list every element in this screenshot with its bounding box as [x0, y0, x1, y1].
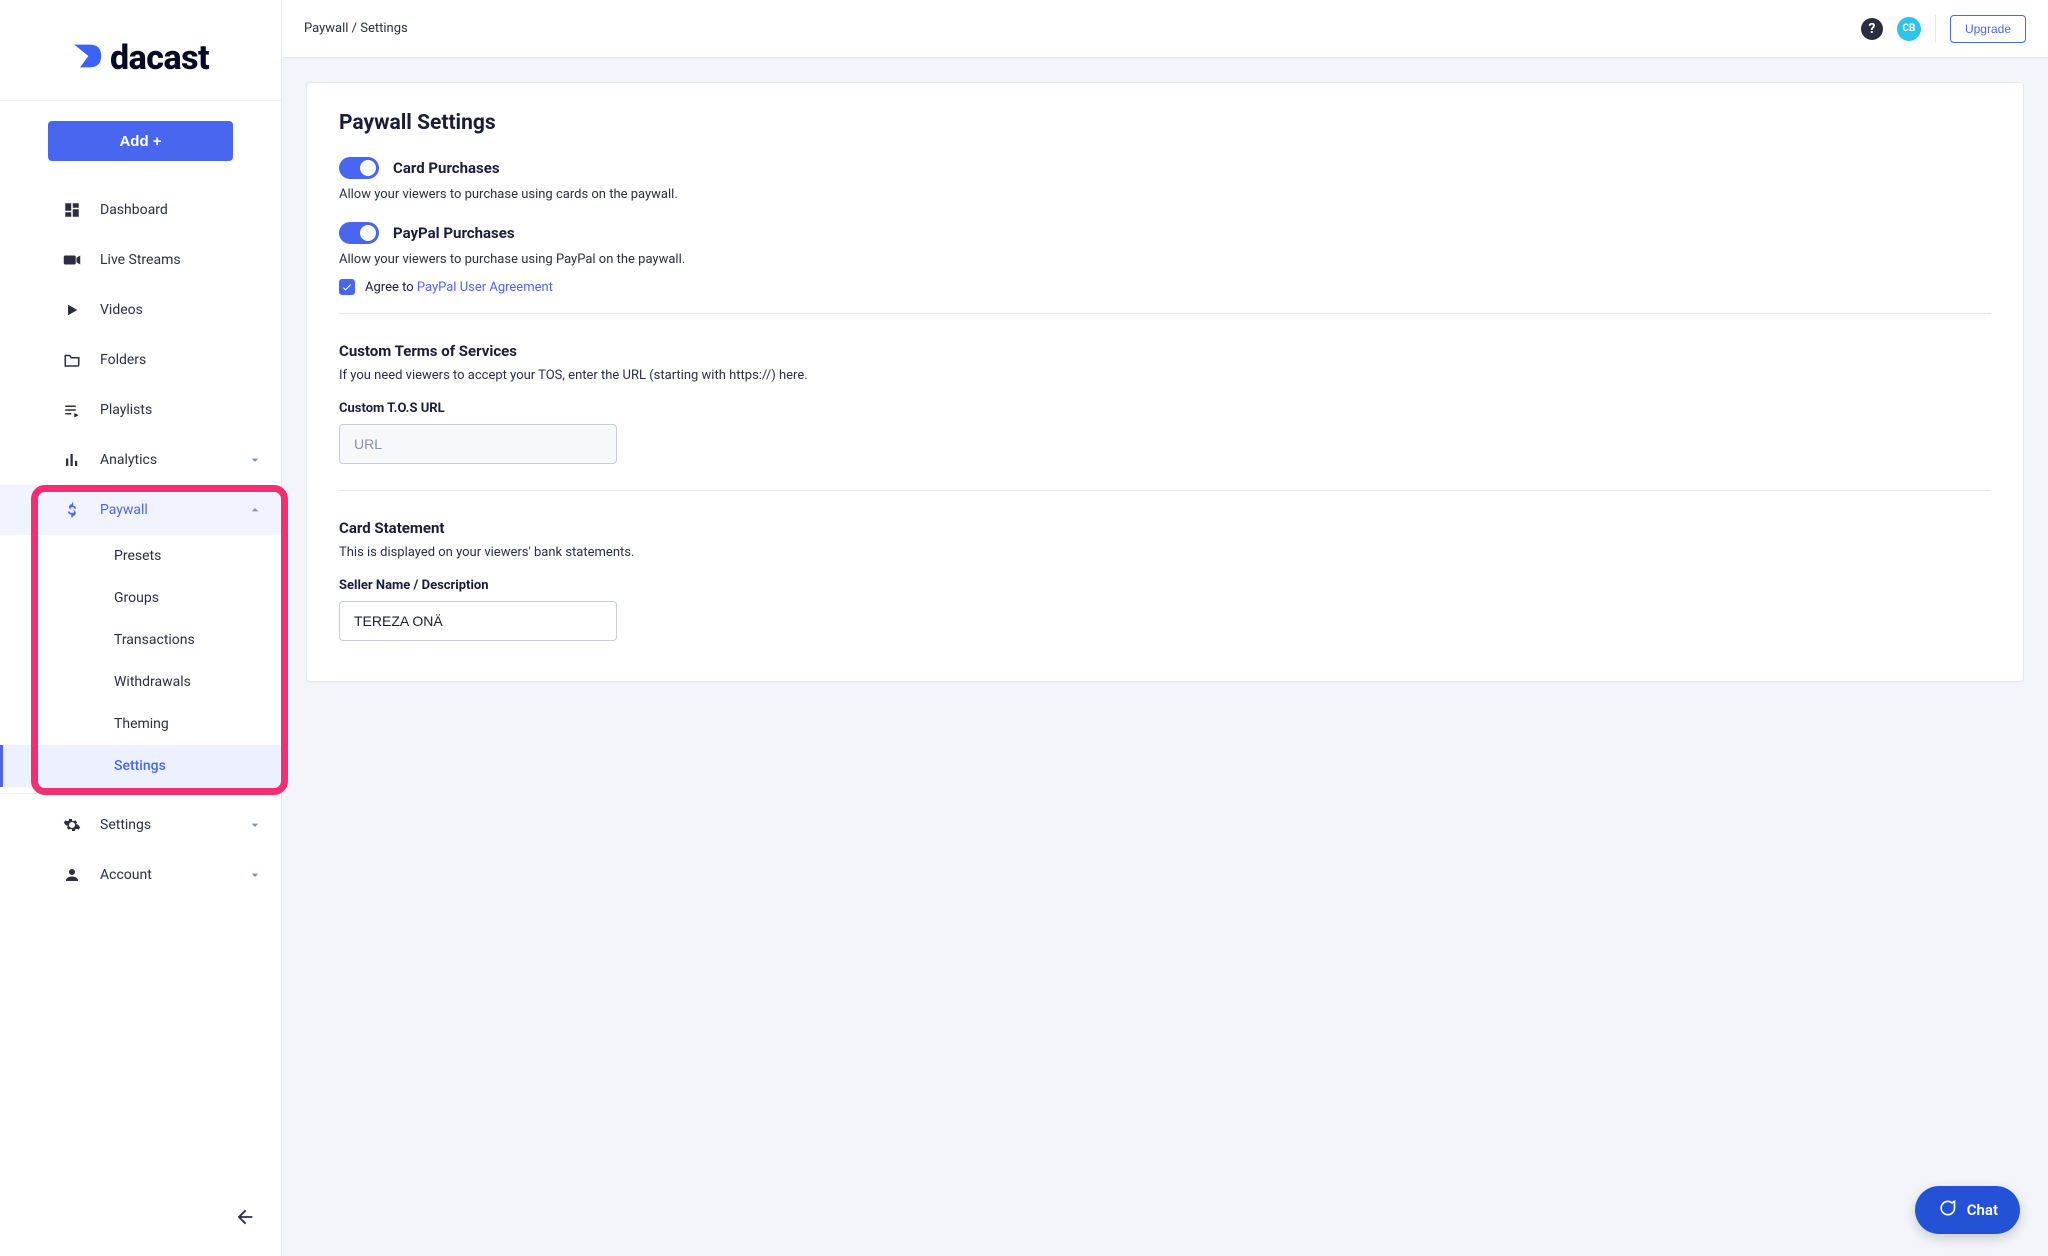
- nav: Dashboard Live Streams Videos Folders: [0, 175, 281, 900]
- chevron-down-icon: [247, 452, 263, 468]
- chevron-up-icon: [247, 502, 263, 518]
- seller-name-input[interactable]: [339, 601, 617, 641]
- add-button[interactable]: Add +: [48, 121, 233, 161]
- chevron-down-icon: [247, 817, 263, 833]
- gear-icon: [62, 815, 82, 835]
- sidebar-item-account[interactable]: Account: [0, 850, 281, 900]
- paywall-subnav: Presets Groups Transactions Withdrawals …: [0, 535, 281, 787]
- sidebar-item-folders[interactable]: Folders: [0, 335, 281, 385]
- play-icon: [62, 300, 82, 320]
- logo-mark-icon: [70, 39, 104, 77]
- statement-title: Card Statement: [339, 519, 1991, 537]
- tos-desc: If you need viewers to accept your TOS, …: [339, 368, 1991, 383]
- folder-icon: [62, 350, 82, 370]
- subnav-presets[interactable]: Presets: [0, 535, 281, 577]
- logo[interactable]: dacast: [0, 0, 281, 101]
- paypal-purchases-toggle[interactable]: [339, 222, 379, 244]
- paypal-user-agreement-link[interactable]: PayPal User Agreement: [417, 280, 553, 295]
- topbar: Paywall / Settings ? CB Upgrade: [282, 0, 2048, 58]
- avatar[interactable]: CB: [1897, 17, 1921, 41]
- sidebar: dacast Add + Dashboard Live Streams: [0, 0, 282, 1256]
- subnav-theming[interactable]: Theming: [0, 703, 281, 745]
- card-purchases-toggle[interactable]: [339, 157, 379, 179]
- paypal-agree-text: Agree to PayPal User Agreement: [365, 280, 553, 295]
- paypal-purchases-label: PayPal Purchases: [393, 224, 515, 242]
- divider: [0, 793, 281, 794]
- divider: [1935, 15, 1936, 43]
- breadcrumb: Paywall / Settings: [304, 21, 408, 36]
- subnav-transactions[interactable]: Transactions: [0, 619, 281, 661]
- card-purchases-label: Card Purchases: [393, 159, 500, 177]
- video-cam-icon: [62, 250, 82, 270]
- chevron-down-icon: [247, 867, 263, 883]
- sidebar-item-playlists[interactable]: Playlists: [0, 385, 281, 435]
- upgrade-button[interactable]: Upgrade: [1950, 15, 2026, 43]
- help-icon[interactable]: ?: [1861, 18, 1883, 40]
- sidebar-item-settings[interactable]: Settings: [0, 800, 281, 850]
- playlist-icon: [62, 400, 82, 420]
- tos-url-input[interactable]: [339, 424, 617, 464]
- sidebar-item-dashboard[interactable]: Dashboard: [0, 185, 281, 235]
- statement-desc: This is displayed on your viewers' bank …: [339, 545, 1991, 560]
- subnav-groups[interactable]: Groups: [0, 577, 281, 619]
- subnav-withdrawals[interactable]: Withdrawals: [0, 661, 281, 703]
- dashboard-icon: [62, 200, 82, 220]
- settings-card: Paywall Settings Card Purchases Allow yo…: [306, 82, 2024, 682]
- page-title: Paywall Settings: [339, 111, 1991, 135]
- sidebar-item-paywall[interactable]: Paywall: [0, 485, 281, 535]
- person-icon: [62, 865, 82, 885]
- sidebar-item-live-streams[interactable]: Live Streams: [0, 235, 281, 285]
- paypal-agree-checkbox[interactable]: [339, 279, 355, 295]
- card-purchases-desc: Allow your viewers to purchase using car…: [339, 187, 1991, 202]
- divider: [339, 313, 1991, 314]
- statement-field-label: Seller Name / Description: [339, 578, 1991, 593]
- dollar-icon: [62, 500, 82, 520]
- tos-title: Custom Terms of Services: [339, 342, 1991, 360]
- bar-chart-icon: [62, 450, 82, 470]
- tos-url-label: Custom T.O.S URL: [339, 401, 1991, 416]
- divider: [339, 490, 1991, 491]
- chat-button[interactable]: Chat: [1915, 1186, 2020, 1234]
- paypal-purchases-desc: Allow your viewers to purchase using Pay…: [339, 252, 1991, 267]
- content-area: Paywall Settings Card Purchases Allow yo…: [282, 58, 2048, 1256]
- collapse-sidebar-button[interactable]: [234, 1206, 256, 1232]
- subnav-settings[interactable]: Settings: [0, 745, 281, 787]
- sidebar-item-analytics[interactable]: Analytics: [0, 435, 281, 485]
- chat-icon: [1937, 1198, 1957, 1222]
- logo-text: dacast: [110, 38, 209, 78]
- main: Paywall / Settings ? CB Upgrade Paywall …: [282, 0, 2048, 1256]
- sidebar-item-videos[interactable]: Videos: [0, 285, 281, 335]
